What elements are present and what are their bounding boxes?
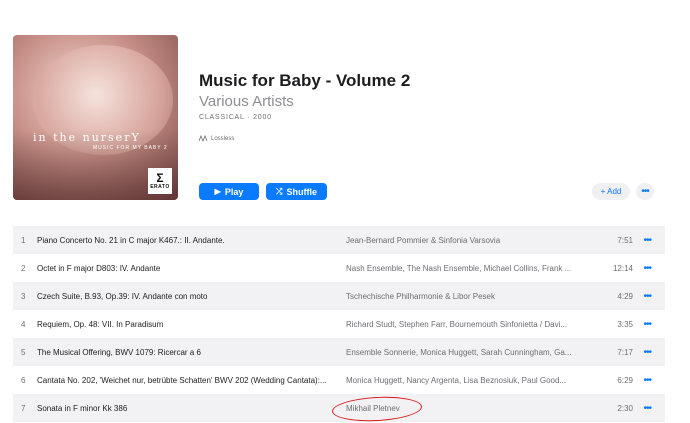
track-more-icon[interactable]: •••	[643, 375, 651, 386]
cover-subtitle-art: MUSIC FOR MY BABY 2	[93, 145, 168, 151]
track-artist[interactable]: Nash Ensemble, The Nash Ensemble, Michae…	[346, 264, 578, 273]
track-title: Sonata in F minor Kk 386	[37, 403, 128, 413]
table-row[interactable]: 4 Requiem, Op. 48: VII. In Paradisum Ric…	[13, 310, 665, 338]
track-number: 6	[21, 375, 26, 385]
track-more-icon[interactable]: •••	[643, 291, 651, 302]
play-icon: ▶	[214, 187, 221, 196]
track-artist[interactable]: Richard Studt, Stephen Farr, Bournemouth…	[346, 320, 578, 329]
album-artist[interactable]: Various Artists	[199, 93, 294, 110]
shuffle-label: Shuffle	[286, 186, 317, 197]
track-more-icon[interactable]: •••	[643, 403, 651, 414]
track-duration: 6:29	[617, 375, 633, 385]
album-more-button[interactable]: •••	[636, 183, 654, 200]
album-meta: CLASSICAL · 2000	[199, 114, 272, 121]
album-cover[interactable]: in the nurserY MUSIC FOR MY BABY 2 Σ ERA…	[13, 35, 178, 200]
lossless-label: Lossless	[211, 135, 235, 142]
track-number: 3	[21, 291, 26, 301]
add-button[interactable]: + Add	[592, 183, 630, 200]
track-duration: 2:30	[617, 403, 633, 413]
track-title: Cantata No. 202, 'Weichet nur, betrübte …	[37, 375, 327, 385]
table-row[interactable]: 1 Piano Concerto No. 21 in C major K467.…	[13, 226, 665, 254]
track-more-icon[interactable]: •••	[643, 235, 651, 246]
table-row[interactable]: 6 Cantata No. 202, 'Weichet nur, betrübt…	[13, 366, 665, 394]
track-title: The Musical Offering, BWV 1079: Ricercar…	[37, 347, 201, 357]
play-label: Play	[224, 186, 244, 197]
erato-logo-mark: Σ	[156, 171, 164, 185]
track-number: 1	[21, 235, 26, 245]
table-row[interactable]: 2 Octet in F major D803: IV. Andante Nas…	[13, 254, 665, 282]
track-artist[interactable]: Mikhail Pletnev	[346, 404, 578, 413]
track-artist[interactable]: Tschechische Philharmonie & Libor Pesek	[346, 292, 578, 301]
track-title: Octet in F major D803: IV. Andante	[37, 263, 161, 273]
album-title: Music for Baby - Volume 2	[199, 71, 411, 90]
erato-logo-word: ERATO	[150, 184, 170, 190]
track-title: Requiem, Op. 48: VII. In Paradisum	[37, 319, 164, 329]
track-artist[interactable]: Ensemble Sonnerie, Monica Huggett, Sarah…	[346, 348, 578, 357]
track-more-icon[interactable]: •••	[643, 319, 651, 330]
track-artist[interactable]: Jean-Bernard Pommier & Sinfonia Varsovia	[346, 236, 578, 245]
cover-title-art: in the nurserY	[33, 131, 141, 144]
track-artist[interactable]: Monica Huggett, Nancy Argenta, Lisa Bezn…	[346, 376, 578, 385]
table-row[interactable]: 5 The Musical Offering, BWV 1079: Ricerc…	[13, 338, 665, 366]
shuffle-button[interactable]: ⤮ Shuffle	[266, 183, 327, 200]
play-button[interactable]: ▶ Play	[199, 183, 259, 200]
track-number: 5	[21, 347, 26, 357]
track-duration: 4:29	[617, 291, 633, 301]
track-duration: 7:51	[617, 235, 633, 245]
track-number: 7	[21, 403, 26, 413]
track-number: 2	[21, 263, 26, 273]
track-number: 4	[21, 319, 26, 329]
table-row[interactable]: 3 Czech Suite, B.93, Op.39: IV. Andante …	[13, 282, 665, 310]
track-duration: 3:35	[617, 319, 633, 329]
track-more-icon[interactable]: •••	[643, 347, 651, 358]
lossless-badge: Lossless	[199, 135, 234, 142]
track-title: Czech Suite, B.93, Op.39: IV. Andante co…	[37, 291, 208, 301]
lossless-icon	[199, 135, 208, 142]
track-duration: 7:17	[617, 347, 633, 357]
track-list: 1 Piano Concerto No. 21 in C major K467.…	[13, 226, 665, 422]
shuffle-icon: ⤮	[276, 186, 283, 196]
erato-logo: Σ ERATO	[148, 168, 172, 194]
track-duration: 12:14	[612, 263, 633, 273]
track-title: Piano Concerto No. 21 in C major K467.: …	[37, 235, 225, 245]
track-more-icon[interactable]: •••	[643, 263, 651, 274]
table-row[interactable]: 7 Sonata in F minor Kk 386 Mikhail Pletn…	[13, 394, 665, 422]
